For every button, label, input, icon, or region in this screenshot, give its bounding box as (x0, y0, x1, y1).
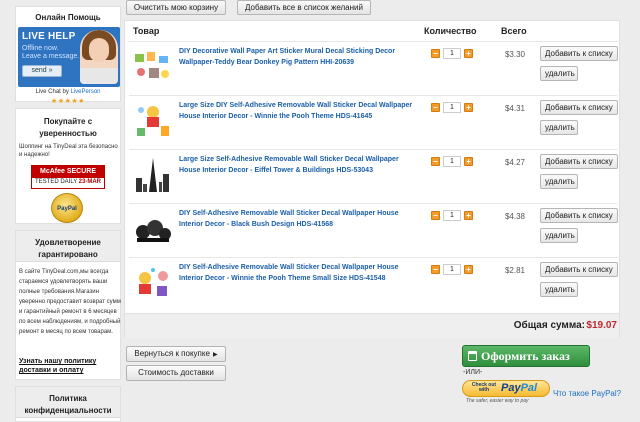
rating-stars: ★★★★★ (51, 98, 85, 105)
minus-icon[interactable]: − (431, 211, 440, 220)
live-help-offline: Offline now. (22, 45, 59, 52)
add-to-wishlist-button[interactable]: Добавить к списку (540, 208, 618, 223)
plus-icon[interactable]: + (464, 49, 473, 58)
live-chat-by-text: Live Chat by (35, 89, 69, 95)
plus-icon[interactable]: + (464, 103, 473, 112)
cart-table: Товар Количество Всего DIY Decorative Wa… (124, 20, 620, 338)
minus-icon[interactable]: − (431, 49, 440, 58)
paypal-pal: Pal (520, 382, 538, 394)
product-name-link[interactable]: DIY Decorative Wall Paper Art Sticker Mu… (179, 46, 415, 68)
satisfaction-title: Удовлетворение гарантировано (16, 231, 120, 262)
delete-button[interactable]: удалить (540, 174, 578, 189)
minus-icon[interactable]: − (431, 265, 440, 274)
product-thumbnail[interactable] (133, 48, 173, 86)
sidebar: Онлайн Помощь LIVE HELP Offline now. Lea… (15, 0, 121, 422)
privacy-title[interactable]: Политика конфиденциальности (16, 387, 120, 418)
delete-button[interactable]: удалить (540, 120, 578, 135)
plus-icon[interactable]: + (464, 211, 473, 220)
what-is-paypal-link[interactable]: Что такое PayPal? (553, 389, 621, 398)
product-thumbnail[interactable] (133, 156, 173, 194)
continue-shopping-label: Вернуться к покупке (134, 349, 210, 358)
quantity-input[interactable]: 1 (443, 264, 461, 275)
cart-row: Large Size Self-Adhesive Removable Wall … (129, 149, 618, 203)
item-price: $4.27 (504, 158, 525, 167)
cart-row: DIY Decorative Wall Paper Art Sticker Mu… (129, 41, 618, 95)
buy-confidence-text: Шоппинг на TinyDeal эта безопасно и наде… (19, 144, 118, 158)
product-name-link[interactable]: DIY Self-Adhesive Removable Wall Sticker… (179, 262, 415, 284)
add-to-wishlist-button[interactable]: Добавить к списку (540, 154, 618, 169)
privacy-box: Политика конфиденциальности (15, 386, 121, 422)
item-price: $3.30 (504, 50, 525, 59)
header-total: Всего (501, 26, 527, 36)
checkout-button[interactable]: Оформить заказ (462, 345, 590, 367)
paypal-verified-seal[interactable]: PayPal (51, 193, 83, 223)
paypal-checkout-with: Check out with (471, 382, 497, 393)
product-name-link[interactable]: Large Size Self-Adhesive Removable Wall … (179, 154, 415, 176)
item-price: $4.38 (504, 212, 525, 221)
online-help-title: Онлайн Помощь (35, 13, 101, 22)
mcafee-secure-badge[interactable]: McAfee SECURE TESTED DAILY 23-MAR (31, 165, 105, 189)
live-help-send-button[interactable]: send » (22, 65, 62, 77)
quantity-input[interactable]: 1 (443, 102, 461, 113)
clear-cart-button[interactable]: Очистить мою корзину (126, 0, 226, 15)
total-value: $19.07 (586, 320, 617, 331)
mcafee-tested: TESTED DAILY (35, 179, 78, 185)
product-thumbnail[interactable] (133, 102, 173, 140)
cart-header: Товар Количество Всего (125, 21, 619, 41)
live-help-title: LIVE HELP (22, 31, 76, 42)
header-product: Товар (133, 26, 160, 36)
minus-icon[interactable]: − (431, 157, 440, 166)
cart-total-bar: Общая сумма: $19.07 (125, 313, 619, 338)
shipping-policy-link[interactable]: Узнать нашу политику доставки и оплату (19, 357, 119, 375)
paypal-tagline: The safer, easier way to pay (466, 398, 529, 404)
plus-icon[interactable]: + (464, 265, 473, 274)
continue-shopping-button[interactable]: Вернуться к покупке ▶ (126, 346, 226, 362)
paypal-logo: PayPal (501, 382, 537, 394)
arrow-right-icon: ▶ (212, 352, 218, 358)
add-to-wishlist-button[interactable]: Добавить к списку (540, 100, 618, 115)
cart-icon (468, 351, 477, 361)
header-quantity: Количество (424, 26, 477, 36)
mcafee-label: McAfee SECURE (32, 166, 104, 178)
satisfaction-box: Удовлетворение гарантировано В сайте Tin… (15, 230, 121, 380)
product-name-link[interactable]: Large Size DIY Self-Adhesive Removable W… (179, 100, 415, 122)
or-separator: -ИЛИ- (463, 369, 483, 376)
add-to-wishlist-button[interactable]: Добавить к списку (540, 262, 618, 277)
support-agent-photo (80, 30, 118, 84)
liveperson-link[interactable]: LivePerson (71, 89, 101, 95)
paypal-pay: Pay (501, 382, 521, 394)
delete-button[interactable]: удалить (540, 66, 578, 81)
product-thumbnail[interactable] (133, 210, 173, 248)
product-name-link[interactable]: DIY Self-Adhesive Removable Wall Sticker… (179, 208, 415, 230)
plus-icon[interactable]: + (464, 157, 473, 166)
quantity-input[interactable]: 1 (443, 156, 461, 167)
checkout-label: Оформить заказ (481, 349, 570, 363)
delete-button[interactable]: удалить (540, 282, 578, 297)
add-all-wishlist-button[interactable]: Добавить все в список желаний (237, 0, 371, 15)
live-help-banner[interactable]: LIVE HELP Offline now. Leave a message. … (18, 27, 120, 87)
cart-row: DIY Self-Adhesive Removable Wall Sticker… (129, 203, 618, 257)
live-chat-credit: Live Chat by LivePerson (16, 89, 120, 95)
buy-confidence-title: Покупайте с уверенностью (39, 117, 97, 138)
delete-button[interactable]: удалить (540, 228, 578, 243)
quantity-input[interactable]: 1 (443, 48, 461, 59)
buy-confidence-box: Покупайте с уверенностью Шоппинг на Tiny… (15, 108, 121, 224)
mcafee-date: 23-MAR (78, 179, 101, 185)
cart-row: DIY Self-Adhesive Removable Wall Sticker… (129, 257, 618, 311)
paypal-checkout-button[interactable]: Check out with PayPal (462, 380, 550, 397)
online-help-box: Онлайн Помощь LIVE HELP Offline now. Lea… (15, 6, 121, 105)
live-help-leave: Leave a message. (22, 53, 80, 60)
item-price: $4.31 (504, 104, 525, 113)
quantity-input[interactable]: 1 (443, 210, 461, 221)
total-label: Общая сумма: (513, 320, 585, 331)
product-thumbnail[interactable] (133, 264, 173, 302)
shipping-cost-button[interactable]: Стоимость доставки (126, 365, 226, 381)
add-to-wishlist-button[interactable]: Добавить к списку (540, 46, 618, 61)
minus-icon[interactable]: − (431, 103, 440, 112)
item-price: $2.81 (504, 266, 525, 275)
cart-row: Large Size DIY Self-Adhesive Removable W… (129, 95, 618, 149)
satisfaction-text: В сайте TinyDeal.com,мы всегда стараемся… (19, 269, 121, 335)
